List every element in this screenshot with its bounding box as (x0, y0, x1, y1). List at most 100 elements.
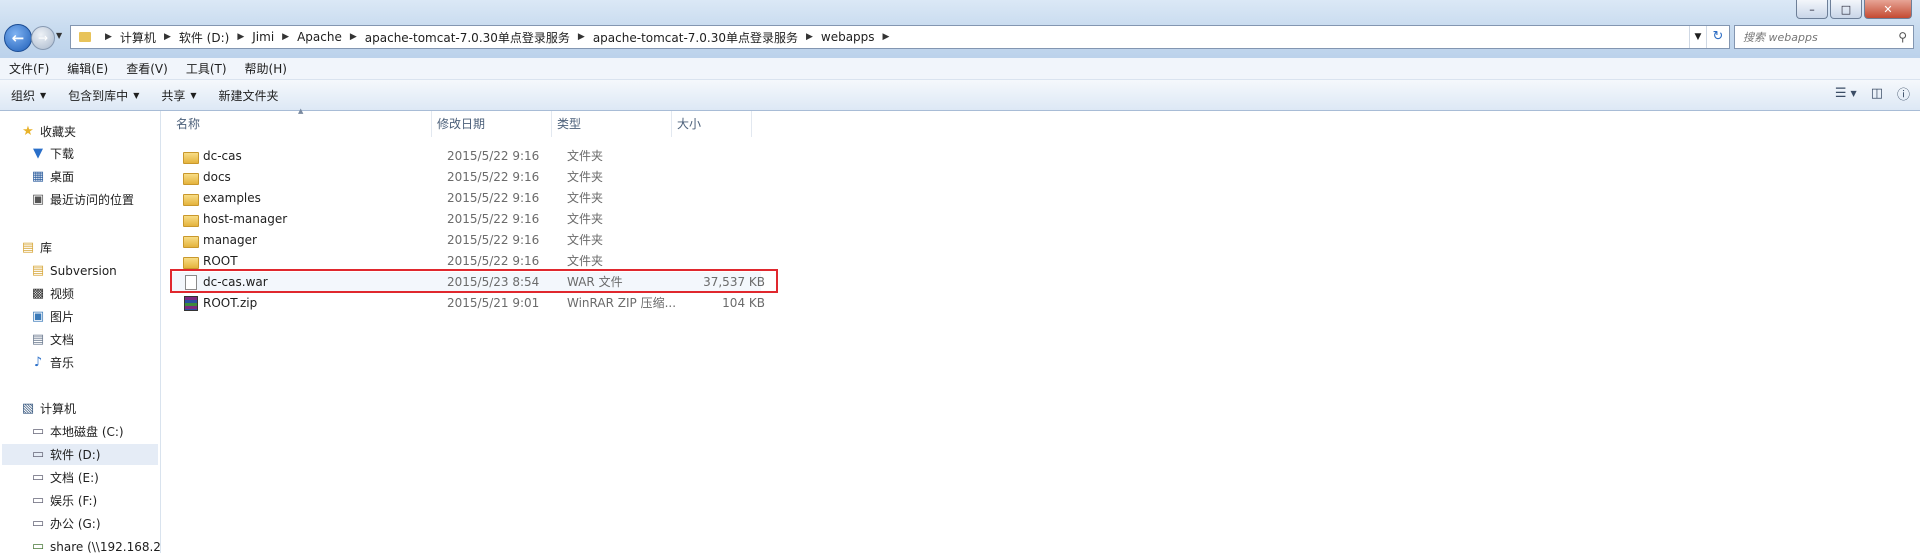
file-name: manager (183, 230, 257, 251)
chevron-right-icon: ▶ (577, 32, 585, 42)
nav-documents[interactable]: ▤ 文档 (30, 329, 160, 350)
file-row[interactable]: examples 2015/5/22 9:16 文件夹 (171, 188, 761, 209)
pictures-icon: ▣ (31, 309, 45, 324)
menu-bar: 文件(F) 编辑(E) 查看(V) 工具(T) 帮助(H) (0, 58, 1920, 80)
recent-places-icon: ▣ (31, 192, 45, 207)
nav-downloads[interactable]: ▼ 下载 (30, 143, 160, 164)
file-size (665, 230, 765, 251)
chevron-right-icon: ▶ (349, 32, 357, 42)
menu-view[interactable]: 查看(V) (117, 60, 177, 77)
column-type[interactable]: 类型 (552, 111, 672, 137)
nav-desktop[interactable]: ▦ 桌面 (30, 166, 160, 187)
nav-pictures-label: 图片 (50, 310, 75, 324)
nav-drive-d-label: 软件 (D:) (50, 448, 101, 462)
nav-drive-d[interactable]: ▭ 软件 (D:) (2, 444, 158, 465)
folder-icon (183, 151, 199, 164)
column-size[interactable]: 大小 (672, 111, 752, 137)
column-modified[interactable]: 修改日期 (432, 111, 552, 137)
nav-documents-label: 文档 (50, 333, 75, 347)
nav-recent[interactable]: ▣ 最近访问的位置 (30, 189, 160, 210)
nav-drive-g[interactable]: ▭ 办公 (G:) (30, 513, 160, 534)
back-arrow-icon[interactable]: ← (4, 24, 32, 52)
file-name: examples (183, 188, 261, 209)
nav-subversion[interactable]: ▤ Subversion (30, 260, 160, 281)
chevron-right-icon: ▶ (105, 32, 112, 42)
preview-pane-icon[interactable]: ◫ (1871, 86, 1883, 101)
nav-videos[interactable]: ▩ 视频 (30, 283, 160, 304)
file-modified: 2015/5/22 9:16 (447, 233, 540, 247)
help-icon[interactable]: ⓘ (1897, 84, 1910, 103)
nav-desktop-label: 桌面 (50, 170, 75, 184)
breadcrumb-apache[interactable]: ▶ Apache (274, 30, 342, 44)
menu-file[interactable]: 文件(F) (0, 60, 58, 77)
maximize-icon[interactable]: □ (1830, 0, 1862, 19)
nav-network-share[interactable]: ▭ share (\\192.168.2 (30, 536, 160, 553)
video-icon: ▩ (31, 286, 45, 301)
desktop-icon: ▦ (31, 169, 45, 184)
nav-drive-e[interactable]: ▭ 文档 (E:) (30, 467, 160, 488)
breadcrumb-computer[interactable]: ▶ 计算机 (97, 29, 156, 46)
folder-icon (183, 214, 199, 227)
breadcrumb-jimi[interactable]: ▶ Jimi (229, 30, 274, 44)
file-name: dc-cas (183, 146, 242, 167)
breadcrumb-tomcat-2[interactable]: ▶ apache-tomcat-7.0.30单点登录服务 (570, 29, 798, 46)
drive-icon: ▭ (31, 516, 45, 531)
include-library-button[interactable]: 包含到库中 ▼ (57, 87, 150, 104)
nav-recent-label: 最近访问的位置 (50, 193, 135, 207)
search-box[interactable]: ⚲ (1734, 25, 1914, 49)
share-button[interactable]: 共享 ▼ (150, 87, 207, 104)
nav-drive-f[interactable]: ▭ 娱乐 (F:) (30, 490, 160, 511)
nav-favorites[interactable]: ★ 收藏夹 (20, 121, 160, 142)
new-folder-button[interactable]: 新建文件夹 (208, 87, 290, 104)
nav-libraries[interactable]: ▤ 库 (20, 237, 160, 258)
nav-videos-label: 视频 (50, 287, 75, 301)
include-library-label: 包含到库中 (68, 88, 129, 103)
file-list: ▲ 名称 修改日期 类型 大小 dc-cas 2015/5/22 9:16 文件… (161, 107, 1920, 553)
chevron-down-icon: ▼ (1850, 89, 1857, 98)
nav-music[interactable]: ♪ 音乐 (30, 352, 160, 373)
file-row[interactable]: docs 2015/5/22 9:16 文件夹 (171, 167, 761, 188)
nav-computer[interactable]: ▧ 计算机 (20, 398, 160, 419)
address-toolbar: – □ ✕ ← → ▼ ▶ 计算机 ▶ 软件 (D:) ▶ Jimi ▶ Apache … (0, 0, 1920, 65)
file-row[interactable]: ROOT.zip 2015/5/21 9:01 WinRAR ZIP 压缩...… (171, 293, 765, 314)
address-history-dropdown-icon[interactable]: ▼ (1689, 26, 1706, 48)
column-name[interactable]: 名称 (161, 111, 432, 137)
search-input[interactable] (1741, 29, 1885, 45)
file-row[interactable]: host-manager 2015/5/22 9:16 文件夹 (171, 209, 761, 230)
folder-icon (183, 172, 199, 185)
file-row[interactable]: manager 2015/5/22 9:16 文件夹 (171, 230, 761, 251)
refresh-icon[interactable]: ↻ (1706, 26, 1729, 48)
menu-help[interactable]: 帮助(H) (236, 60, 296, 77)
nav-drive-c[interactable]: ▭ 本地磁盘 (C:) (30, 421, 160, 442)
close-icon[interactable]: ✕ (1864, 0, 1912, 19)
file-modified: 2015/5/22 9:16 (447, 191, 540, 205)
breadcrumb-tomcat-1[interactable]: ▶ apache-tomcat-7.0.30单点登录服务 (342, 29, 570, 46)
library-icon: ▤ (21, 240, 35, 255)
chevron-right-icon: ▶ (882, 32, 890, 42)
file-type: 文件夹 (567, 191, 604, 205)
menu-edit[interactable]: 编辑(E) (58, 60, 117, 77)
breadcrumb-webapps[interactable]: ▶ webapps ▶ (798, 30, 898, 44)
file-type: 文件夹 (567, 149, 604, 163)
forward-arrow-icon[interactable]: → (31, 26, 55, 50)
file-type: 文件夹 (567, 170, 604, 184)
nav-downloads-label: 下载 (50, 147, 75, 161)
chevron-right-icon: ▶ (237, 32, 245, 42)
nav-favorites-label: 收藏夹 (40, 125, 77, 139)
navigation-pane: ★ 收藏夹 ▼ 下载 ▦ 桌面 ▣ 最近访问的位置 ▤ 库 ▤ Subversion ▩ 视频… (0, 111, 161, 553)
file-row[interactable]: dc-cas 2015/5/22 9:16 文件夹 (171, 146, 761, 167)
breadcrumb-drive-d[interactable]: ▶ 软件 (D:) (156, 29, 229, 46)
view-options-button[interactable]: ☰ ▼ (1835, 86, 1857, 101)
file-type: WinRAR ZIP 压缩... (567, 296, 677, 310)
file-name-text: manager (203, 233, 257, 247)
search-icon[interactable]: ⚲ (1898, 30, 1907, 44)
organize-button[interactable]: 组织 ▼ (0, 87, 57, 104)
nav-pictures[interactable]: ▣ 图片 (30, 306, 160, 327)
address-bar[interactable]: ▶ 计算机 ▶ 软件 (D:) ▶ Jimi ▶ Apache ▶ apache-tomc… (70, 25, 1730, 49)
file-name-text: docs (203, 170, 231, 184)
chevron-right-icon: ▶ (805, 32, 813, 42)
organize-label: 组织 (11, 88, 36, 103)
minimize-icon[interactable]: – (1796, 0, 1828, 19)
recent-pages-dropdown-icon[interactable]: ▼ (56, 31, 62, 40)
menu-tools[interactable]: 工具(T) (177, 60, 236, 77)
